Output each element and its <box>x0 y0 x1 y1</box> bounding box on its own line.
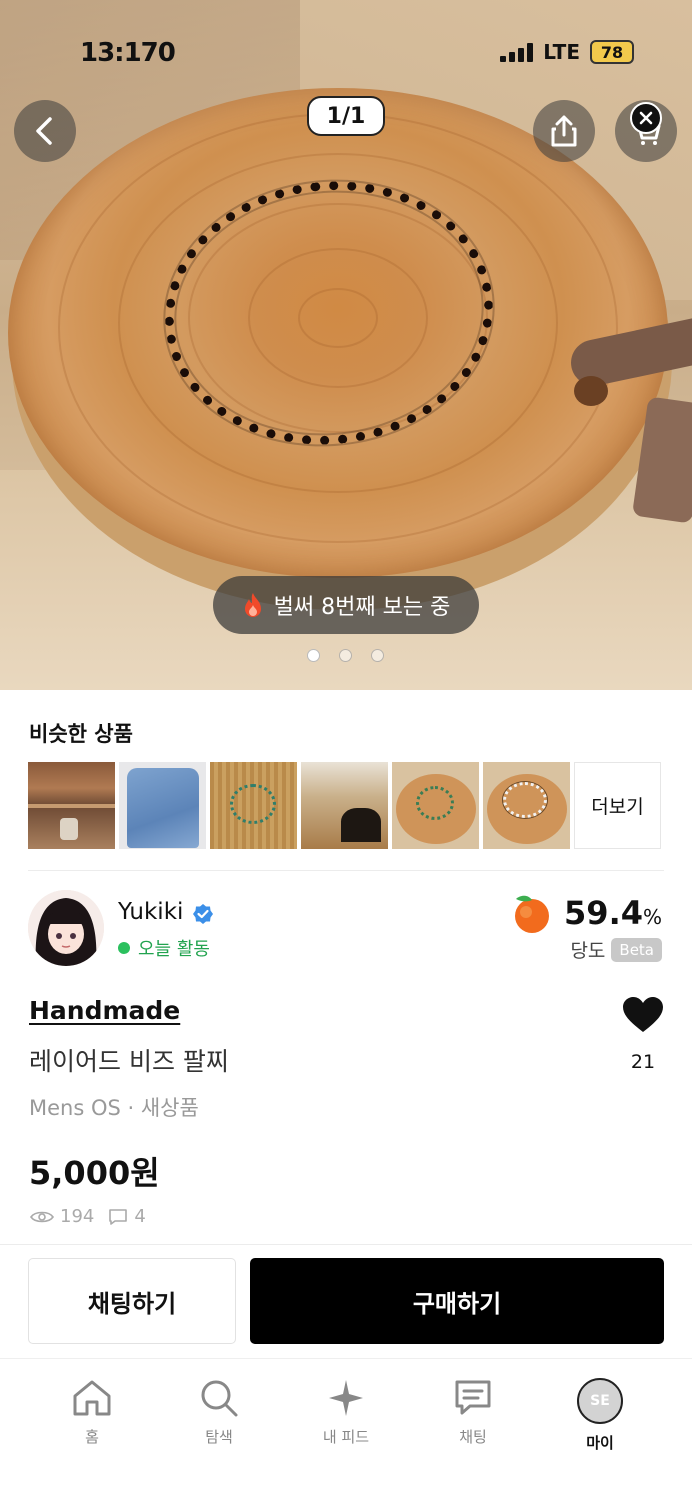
product-image-carousel[interactable]: 13:170 LTE 78 1/1 벌써 8번째 보는 중 <box>0 0 692 690</box>
carousel-dots <box>307 649 384 662</box>
carousel-dot <box>339 649 352 662</box>
tab-label: 채팅 <box>459 1428 487 1446</box>
search-icon <box>201 1380 238 1417</box>
view-count-pill: 벌써 8번째 보는 중 <box>213 576 479 634</box>
share-button[interactable] <box>533 100 595 162</box>
battery-icon: 78 <box>590 40 634 64</box>
tab-feed[interactable]: 내 피드 <box>296 1378 396 1447</box>
seller-name[interactable]: Yukiki <box>118 899 183 925</box>
view-count: 194 <box>60 1206 95 1227</box>
tab-label: 홈 <box>85 1428 99 1446</box>
peach-icon <box>515 895 550 933</box>
chevron-left-icon <box>36 117 52 145</box>
status-time: 13:170 <box>80 38 176 68</box>
activity-text: 오늘 활동 <box>138 939 210 960</box>
similar-item-thumbnail[interactable] <box>119 762 206 849</box>
tab-label: 내 피드 <box>322 1428 370 1446</box>
score-label: 당도 <box>570 940 606 962</box>
tab-search[interactable]: 탐색 <box>169 1378 269 1447</box>
heart-icon[interactable] <box>622 996 664 1034</box>
similar-item-thumbnail[interactable] <box>210 762 297 849</box>
network-type: LTE <box>543 40 580 64</box>
carousel-dot <box>371 649 384 662</box>
chat-button[interactable]: 채팅하기 <box>28 1258 236 1344</box>
view-count-text: 벌써 8번째 보는 중 <box>273 595 451 620</box>
similar-item-thumbnail[interactable] <box>392 762 479 849</box>
close-icon <box>639 111 653 125</box>
score-label-row: 당도 Beta <box>570 936 662 963</box>
seller-score[interactable]: 59.4% <box>510 892 662 934</box>
carousel-dot <box>307 649 320 662</box>
comment-icon <box>109 1208 128 1225</box>
tab-my[interactable]: SE 마이 <box>550 1378 650 1453</box>
product-price: 5,000원 <box>29 1154 160 1192</box>
similar-section-title: 비슷한 상품 <box>29 722 133 746</box>
online-dot-icon <box>118 942 130 954</box>
similar-item-thumbnail[interactable] <box>28 762 115 849</box>
close-badge[interactable] <box>630 102 662 134</box>
product-stats: 194 4 <box>30 1206 146 1227</box>
seller-avatar[interactable] <box>28 890 104 966</box>
beta-badge: Beta <box>611 937 662 962</box>
buy-button[interactable]: 구매하기 <box>250 1258 664 1344</box>
sparkle-icon <box>329 1380 363 1416</box>
home-icon <box>73 1380 111 1416</box>
signal-icon <box>500 42 534 62</box>
disc-hole <box>574 376 608 406</box>
similar-item-thumbnail[interactable] <box>483 762 570 849</box>
tab-home[interactable]: 홈 <box>42 1378 142 1447</box>
similar-item-thumbnail[interactable] <box>301 762 388 849</box>
score-value: 59.4% <box>564 894 662 932</box>
product-name: 레이어드 비즈 팔찌 <box>29 1047 229 1076</box>
divider <box>28 870 664 871</box>
chat-bubble-icon <box>455 1380 491 1415</box>
more-similar-button[interactable]: 더보기 <box>574 762 661 849</box>
status-icons: LTE 78 <box>500 40 634 64</box>
fire-icon <box>244 593 261 617</box>
product-meta: Mens OS · 새상품 <box>29 1096 199 1120</box>
image-counter: 1/1 <box>307 96 385 136</box>
similar-items-list: 더보기 <box>28 762 661 849</box>
avatar-illustration <box>28 890 104 966</box>
verified-badge-icon <box>193 904 213 924</box>
tab-label: 탐색 <box>205 1428 233 1446</box>
divider <box>0 1358 692 1359</box>
like-count: 21 <box>630 1051 656 1073</box>
seller-activity-status: 오늘 활동 <box>118 935 210 961</box>
share-icon <box>551 115 577 147</box>
profile-avatar-icon: SE <box>577 1378 623 1424</box>
tab-chat[interactable]: 채팅 <box>423 1378 523 1447</box>
back-button[interactable] <box>14 100 76 162</box>
brand-link[interactable]: Handmade <box>29 996 180 1025</box>
divider <box>0 1244 692 1245</box>
eye-icon <box>30 1211 54 1222</box>
tab-label: 마이 <box>586 1434 614 1452</box>
comment-count: 4 <box>134 1206 146 1227</box>
